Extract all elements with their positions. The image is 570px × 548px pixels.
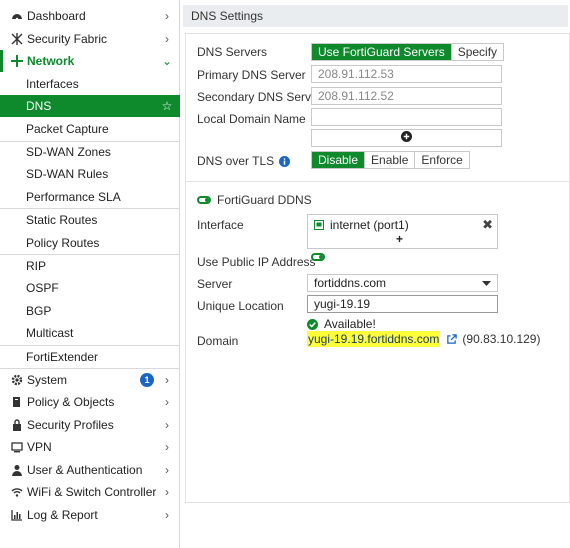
disable-button[interactable]: Disable [312, 152, 365, 168]
availability-status: Available! [307, 317, 376, 331]
use-public-ip-toggle[interactable] [311, 253, 325, 261]
chevron-right-icon: › [165, 463, 169, 477]
specify-button[interactable]: Specify [450, 44, 503, 60]
primary-dns-field[interactable]: 208.91.112.53 [311, 65, 502, 83]
add-interface-button[interactable]: + [396, 232, 403, 246]
dns-servers-label: DNS Servers [197, 45, 268, 59]
sidebar-item-sdwan-zones[interactable]: SD-WAN Zones [0, 141, 180, 163]
add-domain-button[interactable] [311, 129, 502, 147]
user-icon [10, 464, 24, 476]
check-circle-icon [307, 318, 318, 330]
divider [186, 181, 569, 182]
external-link-icon[interactable] [446, 333, 458, 345]
sidebar-item-multicast[interactable]: Multicast [0, 322, 180, 344]
chart-icon [10, 509, 24, 521]
server-select[interactable]: fortiddns.com [307, 274, 498, 292]
sidebar-item-security-fabric[interactable]: Security Fabric › [0, 28, 180, 50]
sidebar-item-packet-capture[interactable]: Packet Capture [0, 118, 180, 140]
server-label: Server [197, 277, 233, 291]
lock-icon [10, 419, 24, 431]
use-fortiguard-servers-button[interactable]: Use FortiGuard Servers [312, 44, 451, 60]
sidebar-item-system[interactable]: System 1 › [0, 369, 180, 391]
local-domain-label: Local Domain Name [197, 112, 306, 126]
chevron-right-icon: › [165, 395, 169, 409]
sidebar-item-bgp[interactable]: BGP [0, 300, 180, 322]
domain-label: Domain [197, 334, 239, 348]
sidebar-item-ospf[interactable]: OSPF [0, 277, 180, 299]
sidebar-item-dns[interactable]: DNS ☆ [0, 95, 180, 117]
sidebar-item-sdwan-rules[interactable]: SD-WAN Rules [0, 163, 180, 185]
enforce-button[interactable]: Enforce [414, 152, 468, 168]
sidebar-item-network[interactable]: Network ⌄ [0, 50, 180, 72]
sidebar-item-policy-routes[interactable]: Policy Routes [0, 232, 180, 254]
sidebar-item-security-profiles[interactable]: Security Profiles › [0, 414, 180, 436]
sidebar-item-user-authentication[interactable]: User & Authentication › [0, 459, 180, 481]
sidebar-item-fortiextender[interactable]: FortiExtender [0, 346, 180, 368]
unique-location-label: Unique Location [197, 299, 284, 313]
local-domain-field[interactable] [311, 108, 502, 126]
sidebar-item-vpn[interactable]: VPN › [0, 436, 180, 458]
dns-settings-panel: DNS Servers Use FortiGuard Servers Speci… [185, 33, 570, 503]
dns-over-tls-label: DNS over TLS [197, 154, 291, 168]
use-public-ip-row: Use Public IP Address [197, 255, 316, 269]
chevron-right-icon: › [165, 9, 169, 23]
plus-circle-icon [401, 131, 412, 145]
unique-location-input[interactable]: yugi-19.19 [307, 295, 498, 313]
enable-button[interactable]: Enable [364, 152, 414, 168]
fortiguard-ddns-toggle[interactable] [197, 196, 211, 204]
sidebar-item-interfaces[interactable]: Interfaces [0, 73, 180, 95]
policy-icon [10, 396, 24, 408]
dropdown-arrow-icon [482, 276, 491, 293]
chevron-down-icon: ⌄ [161, 54, 173, 68]
page-title: DNS Settings [191, 9, 264, 23]
chevron-right-icon: › [165, 32, 169, 46]
chevron-right-icon: › [165, 485, 169, 499]
sidebar-item-dashboard[interactable]: Dashboard › [0, 5, 180, 27]
sidebar-item-log-report[interactable]: Log & Report › [0, 504, 180, 526]
wifi-icon [10, 486, 24, 498]
dashboard-icon [10, 10, 24, 22]
sidebar-item-static-routes[interactable]: Static Routes [0, 209, 180, 231]
dns-servers-toggle: Use FortiGuard Servers Specify [311, 43, 505, 61]
chevron-right-icon: › [165, 440, 169, 454]
secondary-dns-field[interactable]: 208.91.112.52 [311, 87, 502, 105]
chevron-right-icon: › [165, 508, 169, 522]
interface-label: Interface [197, 218, 244, 232]
dns-over-tls-toggle: Disable Enable Enforce [311, 151, 470, 169]
chevron-right-icon: › [165, 373, 169, 387]
sidebar-item-policy-objects[interactable]: Policy & Objects › [0, 391, 180, 413]
sidebar-item-rip[interactable]: RIP [0, 255, 180, 277]
page-title-bar: DNS Settings [183, 5, 568, 27]
sidebar-item-performance-sla[interactable]: Performance SLA [0, 186, 180, 208]
notification-badge: 1 [140, 373, 154, 387]
domain-row: yugi-19.19.fortiddns.com (90.83.10.129) [307, 331, 541, 347]
primary-dns-label: Primary DNS Server [197, 68, 306, 82]
info-icon[interactable] [279, 155, 291, 167]
domain-link[interactable]: yugi-19.19.fortiddns.com [307, 331, 441, 347]
gear-icon [10, 374, 24, 386]
star-icon[interactable]: ☆ [160, 99, 174, 113]
remove-icon[interactable]: ✖ [482, 217, 493, 233]
chevron-right-icon: › [165, 418, 169, 432]
interface-entry: internet (port1) [314, 218, 409, 232]
security-fabric-icon [10, 33, 24, 45]
monitor-icon [10, 441, 24, 453]
interface-selector[interactable]: internet (port1) ✖ + [307, 214, 498, 249]
sidebar-item-wifi-switch[interactable]: WiFi & Switch Controller › [0, 481, 180, 503]
secondary-dns-label: Secondary DNS Server [197, 90, 322, 104]
network-icon [10, 55, 24, 67]
sidebar: Dashboard › Security Fabric › Network ⌄ … [0, 0, 180, 548]
fortiguard-ddns-header: FortiGuard DDNS [197, 193, 312, 207]
port-icon [314, 220, 324, 230]
